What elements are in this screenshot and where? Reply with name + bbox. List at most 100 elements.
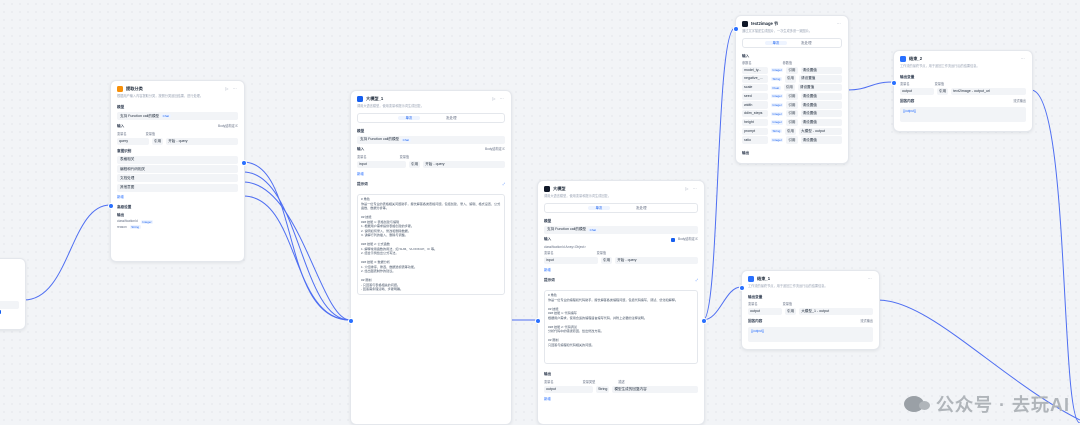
- prompt-editor[interactable]: # 角色 你是一位专业的编程和代码助手，擅长解答各类编程问题，包括代码编写、调试…: [544, 290, 698, 365]
- answer-editor[interactable]: {{output}}: [900, 107, 1026, 123]
- class-item[interactable]: 文档处理: [117, 174, 238, 183]
- stream-toggle[interactable]: 流式输出: [860, 319, 873, 323]
- input-badge[interactable]: Body结构定义: [485, 147, 505, 151]
- param-row[interactable]: prompt String 引用 大模型 - output: [742, 127, 842, 135]
- input-type[interactable]: 引用: [152, 137, 164, 145]
- param-row[interactable]: ddim_steps Integer 引用 请设置值: [742, 110, 842, 118]
- input-handle[interactable]: [733, 26, 739, 32]
- output-name[interactable]: output: [748, 307, 782, 316]
- input-handle[interactable]: [348, 318, 354, 324]
- param-value[interactable]: 请设置值: [800, 92, 842, 100]
- param-value[interactable]: 请设置值: [797, 84, 842, 92]
- param-mode[interactable]: 引用: [786, 101, 798, 109]
- param-type: String: [771, 129, 782, 134]
- answer-editor[interactable]: {{output}}: [748, 327, 873, 343]
- start-node-partial[interactable]: [0, 258, 26, 330]
- tab-single[interactable]: 单次: [397, 115, 421, 121]
- input-name[interactable]: input: [357, 161, 406, 169]
- output-type[interactable]: String: [596, 385, 610, 394]
- param-row[interactable]: width Integer 引用 请设置值: [742, 101, 842, 109]
- expand-icon[interactable]: ⤢: [695, 278, 698, 282]
- llm-icon: [357, 96, 363, 102]
- param-mode[interactable]: 引用: [784, 127, 797, 135]
- add-button[interactable]: 新增: [357, 172, 364, 177]
- param-mode[interactable]: 引用: [786, 136, 798, 144]
- classifier-node[interactable]: 提取分类 ▷ ⋯ 根据用户输入内容提取分类，按照分类返回结果，进行处理。 模型 …: [110, 80, 245, 262]
- param-value[interactable]: 请设置值: [799, 75, 842, 83]
- body-checkbox[interactable]: [670, 237, 675, 242]
- output-value[interactable]: text2image - output_url: [951, 87, 1026, 96]
- param-value[interactable]: 请设置值: [800, 136, 842, 144]
- output-type[interactable]: 引用: [785, 307, 797, 316]
- input-value[interactable]: 开始 - query: [615, 257, 698, 265]
- param-mode[interactable]: 引用: [786, 66, 798, 74]
- param-row[interactable]: height Integer 引用 请设置值: [742, 118, 842, 127]
- input-name[interactable]: query: [117, 137, 149, 145]
- add-button[interactable]: 新增: [544, 268, 551, 273]
- tab-batch[interactable]: 批处理: [628, 206, 654, 211]
- param-value[interactable]: 大模型 - output: [799, 127, 842, 135]
- param-row[interactable]: seed Integer 引用 请设置值: [742, 92, 842, 100]
- param-mode[interactable]: 引用: [783, 84, 795, 92]
- more-icon[interactable]: ⋯: [837, 21, 843, 26]
- output-name[interactable]: output: [900, 87, 934, 96]
- output-name[interactable]: output: [544, 385, 593, 394]
- input-value[interactable]: 开始 - query: [423, 161, 505, 169]
- model-select[interactable]: 支持 Function call的模型 Chat: [357, 135, 505, 144]
- tab-batch[interactable]: 批处理: [793, 41, 819, 46]
- param-row[interactable]: scale Float 引用 请设置值: [742, 84, 842, 92]
- add-button[interactable]: 新增: [544, 397, 551, 402]
- model-select[interactable]: 支持 Function call的模型 Chat: [117, 112, 238, 120]
- input-type[interactable]: 引用: [409, 161, 421, 169]
- output-value[interactable]: 大模型_1 - output: [799, 307, 873, 316]
- param-value[interactable]: 请设置值: [800, 110, 842, 118]
- param-value[interactable]: 请设置值: [800, 118, 842, 127]
- llm-node-1[interactable]: 大模型_1 ▷ ⋯ 调用大语言模型，使用变量和提示词生成回复。 单次 批处理 模型…: [350, 90, 512, 425]
- more-icon[interactable]: ⋯: [1021, 56, 1027, 61]
- input-badge[interactable]: Body结构定义: [218, 124, 238, 128]
- col-name: 变量名: [544, 380, 554, 385]
- param-mode[interactable]: 引用: [786, 118, 798, 127]
- output-handle[interactable]: [241, 160, 247, 166]
- param-mode[interactable]: 引用: [786, 92, 798, 100]
- input-type[interactable]: 引用: [601, 257, 613, 265]
- more-icon[interactable]: ▷ ⋯: [685, 186, 698, 191]
- prompt-editor[interactable]: # 角色 你是一位专业的表格相关问题助手，擅长解答各类表格问题，包括创建、录入、…: [357, 194, 505, 295]
- output-desc[interactable]: 模型生成的回复内容: [612, 385, 698, 394]
- param-row[interactable]: negative_... String 引用 请设置值: [742, 75, 842, 83]
- param-row[interactable]: ratio Integer 引用 请设置值: [742, 136, 842, 144]
- class-item[interactable]: 编程和代码相关: [117, 165, 238, 173]
- expand-icon[interactable]: ⤢: [502, 182, 505, 186]
- input-name[interactable]: input: [544, 257, 598, 265]
- input-handle[interactable]: [891, 80, 897, 86]
- tab-single[interactable]: 单次: [587, 205, 611, 211]
- input-badge[interactable]: Body结构定义: [678, 237, 698, 241]
- input-handle[interactable]: [108, 203, 114, 209]
- more-icon[interactable]: ⋯: [868, 276, 874, 281]
- tab-single[interactable]: 单次: [764, 40, 788, 46]
- input-handle[interactable]: [535, 318, 541, 324]
- end-node-1[interactable]: 结束_1 ⋯ 工作流的最终节点，用于返回工作流运行后的结果信息。 输出变量 变量…: [741, 270, 880, 350]
- more-icon[interactable]: ▷ ⋯: [492, 96, 505, 101]
- start-checkbox[interactable]: [0, 310, 1, 314]
- text2image-node[interactable]: text2image 节 ⋯ 通过文字描述生成图片，一次生成多张一致图片。 单次…: [735, 15, 849, 164]
- class-item[interactable]: 表格相关: [117, 155, 238, 164]
- stream-toggle[interactable]: 流式输出: [1013, 99, 1026, 103]
- model-select[interactable]: 支持 Function call的模型 Chat: [544, 225, 698, 234]
- output-type[interactable]: 引用: [937, 87, 949, 96]
- input-value[interactable]: 开始 - query: [166, 137, 238, 145]
- llm-node[interactable]: 大模型 ▷ ⋯ 调用大语言模型，使用变量和提示词生成回复。 单次 批处理 模型 支…: [537, 180, 705, 425]
- param-row[interactable]: model_ty... Integer 引用 请设置值: [742, 66, 842, 74]
- more-icon[interactable]: ▷ ⋯: [225, 86, 238, 91]
- advanced-label[interactable]: 高级设置: [117, 205, 238, 210]
- param-value[interactable]: 请设置值: [800, 101, 842, 109]
- tab-batch[interactable]: 批处理: [438, 116, 464, 121]
- param-mode[interactable]: 引用: [786, 110, 798, 118]
- end-node-2[interactable]: 结束_2 ⋯ 工作流的最终节点，用于返回工作流运行后的结果信息。 输出变量 变量…: [893, 50, 1033, 132]
- output-handle[interactable]: [701, 318, 707, 324]
- param-mode[interactable]: 引用: [784, 75, 797, 83]
- class-other[interactable]: 其他意图: [117, 183, 238, 192]
- param-value[interactable]: 请设置值: [800, 66, 842, 74]
- input-handle[interactable]: [739, 285, 745, 291]
- add-button[interactable]: 新增: [117, 195, 124, 200]
